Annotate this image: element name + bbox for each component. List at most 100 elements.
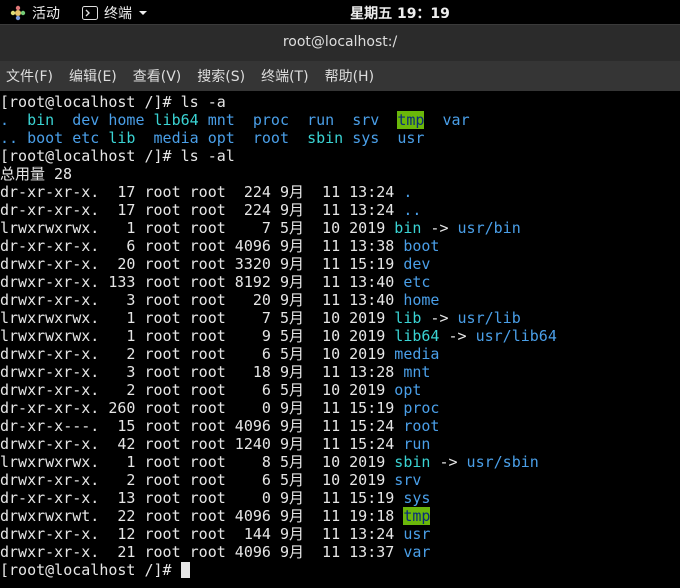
- menu-terminal[interactable]: 终端(T): [261, 66, 308, 86]
- list-item: dr-xr-x---. 15 root root 4096 9月 11 15:2…: [0, 417, 680, 435]
- entry-meta: lrwxrwxrwx. 1 root root 7 5月 10 2019: [0, 309, 395, 327]
- entry-name: root: [403, 417, 440, 435]
- ls-entry: ..: [0, 129, 19, 147]
- prompt: [root@localhost /]#: [0, 561, 172, 579]
- ls-a-row: .. boot etc lib media opt root sbin sys …: [0, 129, 680, 147]
- entry-meta: lrwxrwxrwx. 1 root root 8 5月 10 2019: [0, 453, 395, 471]
- entry-name: opt: [394, 381, 422, 399]
- entry-meta: drwxr-xr-x. 2 root root 6 5月 10 2019: [0, 471, 395, 489]
- entry-name: proc: [403, 399, 440, 417]
- ls-entry: tmp: [397, 111, 425, 129]
- prompt-line: [root@localhost /]# ls -a: [0, 93, 680, 111]
- listing: dr-xr-xr-x. 17 root root 224 9月 11 13:24…: [0, 183, 680, 561]
- link-target: usr/bin: [457, 219, 521, 237]
- entry-meta: drwxr-xr-x. 20 root root 3320 9月 11 15:1…: [0, 255, 404, 273]
- entry-meta: drwxrwxrwt. 22 root root 4096 9月 11 19:1…: [0, 507, 404, 525]
- entry-name: ..: [403, 201, 422, 219]
- terminal-output[interactable]: [root@localhost /]# ls -a . bin dev home…: [0, 91, 680, 588]
- list-item: drwxr-xr-x. 3 root root 20 9月 11 13:40 h…: [0, 291, 680, 309]
- entry-name: sys: [403, 489, 431, 507]
- ls-entry: lib: [108, 129, 136, 147]
- entry-meta: dr-xr-x---. 15 root root 4096 9月 11 15:2…: [0, 417, 404, 435]
- clock[interactable]: 星期五 19：19: [0, 3, 680, 23]
- entry-meta: dr-xr-xr-x. 6 root root 4096 9月 11 13:38: [0, 237, 404, 255]
- entry-name: .: [403, 183, 413, 201]
- ls-entry: media: [153, 129, 199, 147]
- top-bar: 活动 终端 星期五 19：19: [0, 0, 680, 24]
- entry-meta: dr-xr-xr-x. 17 root root 224 9月 11 13:24: [0, 201, 404, 219]
- list-item: drwxr-xr-x. 2 root root 6 5月 10 2019 opt: [0, 381, 680, 399]
- menu-edit[interactable]: 编辑(E): [69, 66, 117, 86]
- entry-meta: drwxr-xr-x. 12 root root 144 9月 11 13:24: [0, 525, 404, 543]
- entry-meta: dr-xr-xr-x. 13 root root 0 9月 11 15:19: [0, 489, 404, 507]
- menu-help[interactable]: 帮助(H): [325, 66, 374, 86]
- command: ls -a: [171, 93, 226, 111]
- entry-name: media: [394, 345, 440, 363]
- list-item: dr-xr-xr-x. 17 root root 224 9月 11 13:24…: [0, 201, 680, 219]
- prompt: [root@localhost /]#: [0, 93, 172, 111]
- list-item: dr-xr-xr-x. 260 root root 0 9月 11 15:19 …: [0, 399, 680, 417]
- ls-entry: sbin: [307, 129, 344, 147]
- entry-meta: dr-xr-xr-x. 17 root root 224 9月 11 13:24: [0, 183, 404, 201]
- link-arrow: ->: [421, 309, 458, 327]
- ls-entry: .: [0, 111, 10, 129]
- entry-meta: drwxr-xr-x. 2 root root 6 5月 10 2019: [0, 381, 395, 399]
- list-item: drwxr-xr-x. 3 root root 18 9月 11 13:28 m…: [0, 363, 680, 381]
- link-arrow: ->: [430, 453, 467, 471]
- entry-name: boot: [403, 237, 440, 255]
- entry-meta: drwxr-xr-x. 3 root root 20 9月 11 13:40: [0, 291, 404, 309]
- menu-file[interactable]: 文件(F): [6, 66, 53, 86]
- entry-meta: drwxr-xr-x. 42 root root 1240 9月 11 15:2…: [0, 435, 404, 453]
- ls-entry: home: [108, 111, 145, 129]
- menu-view[interactable]: 查看(V): [133, 66, 182, 86]
- list-item: drwxr-xr-x. 21 root root 4096 9月 11 13:3…: [0, 543, 680, 561]
- entry-name: home: [403, 291, 440, 309]
- menu-search[interactable]: 搜索(S): [197, 66, 245, 86]
- text-cursor: [180, 562, 190, 578]
- ls-entry: opt: [207, 129, 235, 147]
- entry-meta: dr-xr-xr-x. 260 root root 0 9月 11 15:19: [0, 399, 404, 417]
- list-item: dr-xr-xr-x. 6 root root 4096 9月 11 13:38…: [0, 237, 680, 255]
- list-item: lrwxrwxrwx. 1 root root 7 5月 10 2019 bin…: [0, 219, 680, 237]
- entry-name: var: [403, 543, 431, 561]
- prompt: [root@localhost /]#: [0, 147, 172, 165]
- entry-meta: lrwxrwxrwx. 1 root root 9 5月 10 2019: [0, 327, 395, 345]
- prompt-line: [root@localhost /]#: [0, 561, 680, 579]
- entry-name: usr: [403, 525, 431, 543]
- list-item: dr-xr-xr-x. 13 root root 0 9月 11 15:19 s…: [0, 489, 680, 507]
- ls-entry: sys: [352, 129, 380, 147]
- entry-name: dev: [403, 255, 431, 273]
- window-titlebar[interactable]: root@localhost:/: [0, 24, 680, 61]
- entry-meta: drwxr-xr-x. 2 root root 6 5月 10 2019: [0, 345, 395, 363]
- ls-entry: bin: [27, 111, 55, 129]
- entry-name: srv: [394, 471, 422, 489]
- list-item: drwxr-xr-x. 133 root root 8192 9月 11 13:…: [0, 273, 680, 291]
- entry-name: bin: [394, 219, 422, 237]
- list-item: drwxr-xr-x. 12 root root 144 9月 11 13:24…: [0, 525, 680, 543]
- list-item: drwxr-xr-x. 2 root root 6 5月 10 2019 srv: [0, 471, 680, 489]
- entry-meta: drwxr-xr-x. 133 root root 8192 9月 11 13:…: [0, 273, 404, 291]
- link-target: usr/lib: [457, 309, 521, 327]
- list-item: dr-xr-xr-x. 17 root root 224 9月 11 13:24…: [0, 183, 680, 201]
- entry-name: lib64: [394, 327, 440, 345]
- ls-entry: boot: [27, 129, 64, 147]
- ls-entry: var: [442, 111, 470, 129]
- command: ls -al: [171, 147, 235, 165]
- link-arrow: ->: [439, 327, 476, 345]
- entry-meta: drwxr-xr-x. 3 root root 18 9月 11 13:28: [0, 363, 404, 381]
- prompt-line: [root@localhost /]# ls -al: [0, 147, 680, 165]
- entry-name: etc: [403, 273, 431, 291]
- ls-entry: lib64: [153, 111, 199, 129]
- total-line: 总用量 28: [0, 165, 73, 183]
- ls-entry: usr: [397, 129, 425, 147]
- entry-name: tmp: [403, 507, 431, 525]
- entry-meta: lrwxrwxrwx. 1 root root 7 5月 10 2019: [0, 219, 395, 237]
- entry-name: mnt: [403, 363, 431, 381]
- entry-name: lib: [394, 309, 422, 327]
- list-item: lrwxrwxrwx. 1 root root 8 5月 10 2019 sbi…: [0, 453, 680, 471]
- ls-entry: root: [252, 129, 289, 147]
- link-arrow: ->: [421, 219, 458, 237]
- ls-entry: dev: [72, 111, 100, 129]
- list-item: drwxrwxrwt. 22 root root 4096 9月 11 19:1…: [0, 507, 680, 525]
- list-item: drwxr-xr-x. 20 root root 3320 9月 11 15:1…: [0, 255, 680, 273]
